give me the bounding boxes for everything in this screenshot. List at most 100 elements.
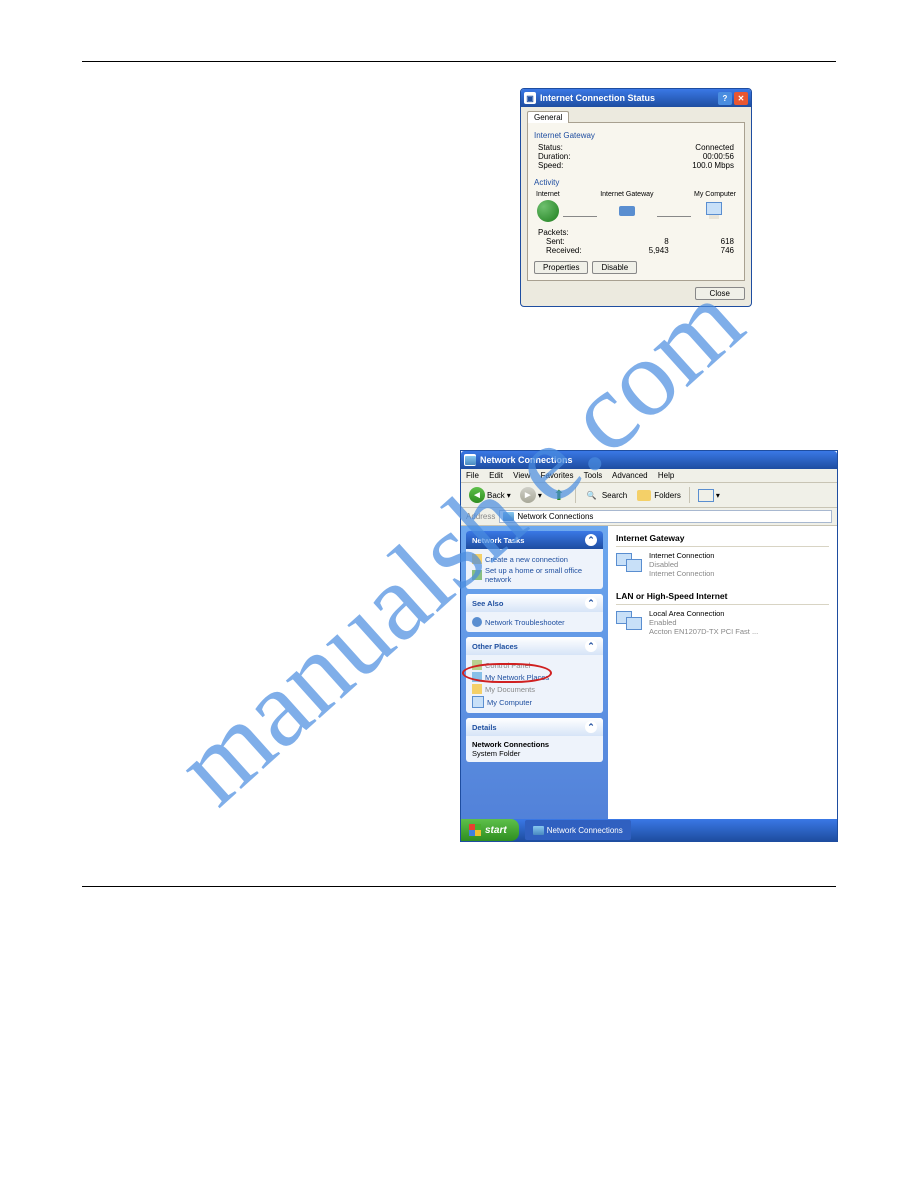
col-gateway: Internet Gateway — [600, 191, 653, 198]
link-troubleshooter[interactable]: Network Troubleshooter — [472, 616, 597, 628]
panel-other-places: Other Places ⌃ Control Panel My Network … — [466, 637, 603, 713]
cp-icon — [472, 660, 482, 670]
menu-favorites[interactable]: Favorites — [541, 471, 574, 480]
menu-edit[interactable]: Edit — [489, 471, 503, 480]
toolbar: ◄ Back ▾ ► ▾ ⬆ 🔍 Search Folders — [461, 483, 837, 508]
item-local-area-connection[interactable]: Local Area Connection Enabled Accton EN1… — [616, 609, 829, 636]
forward-icon: ► — [520, 487, 536, 503]
link-my-network-places[interactable]: My Network Places — [472, 671, 597, 683]
search-icon: 🔍 — [584, 487, 600, 503]
rule-bottom — [82, 886, 836, 887]
sidepane: Network Tasks ⌃ Create a new connection … — [461, 526, 608, 830]
panel-title: See Also — [472, 599, 503, 608]
recv-label: Received: — [538, 246, 603, 255]
search-button[interactable]: 🔍 Search — [581, 486, 630, 504]
start-button[interactable]: start — [461, 819, 519, 841]
taskbar-item[interactable]: Network Connections — [525, 820, 631, 840]
computer-icon — [704, 200, 726, 222]
link-my-documents[interactable]: My Documents — [472, 683, 597, 695]
close-button[interactable]: Close — [695, 287, 745, 300]
panel-see-also: See Also ⌃ Network Troubleshooter — [466, 594, 603, 632]
item-state: Enabled — [649, 618, 758, 627]
link-control-panel[interactable]: Control Panel — [472, 659, 597, 671]
menu-tools[interactable]: Tools — [584, 471, 603, 480]
disable-button[interactable]: Disable — [592, 261, 637, 274]
separator — [575, 487, 576, 503]
windows-logo-icon — [469, 824, 481, 836]
connector-line — [563, 216, 597, 217]
help-button[interactable]: ? — [718, 92, 732, 105]
up-icon: ⬆ — [551, 487, 567, 503]
recv-pc: 746 — [669, 246, 734, 255]
address-label: Address — [466, 512, 495, 521]
link-label: Create a new connection — [485, 555, 568, 564]
panel-details: Details ⌃ Network Connections System Fol… — [466, 718, 603, 762]
views-button[interactable]: ▾ — [695, 486, 723, 504]
connection-icon — [616, 609, 644, 633]
collapse-icon: ⌃ — [585, 640, 597, 652]
category-lan: LAN or High-Speed Internet — [616, 588, 829, 605]
start-label: start — [485, 825, 507, 836]
link-create-connection[interactable]: Create a new connection — [472, 553, 597, 565]
up-button[interactable]: ⬆ — [548, 486, 570, 504]
task-label: Network Connections — [547, 826, 623, 835]
col-computer: My Computer — [694, 191, 736, 198]
menubar: File Edit View Favorites Tools Advanced … — [461, 469, 837, 483]
connection-icon — [616, 551, 644, 575]
tab-general[interactable]: General — [527, 111, 569, 123]
content-pane: Internet Gateway Internet Connection Dis… — [608, 526, 837, 830]
collapse-icon: ⌃ — [585, 534, 597, 546]
link-label: My Network Places — [485, 673, 549, 682]
link-label: My Documents — [485, 685, 535, 694]
properties-button[interactable]: Properties — [534, 261, 588, 274]
link-my-computer[interactable]: My Computer — [472, 695, 597, 709]
address-field[interactable]: Network Connections — [499, 510, 832, 523]
nc-icon — [533, 826, 544, 835]
duration-label: Duration: — [538, 152, 570, 161]
menu-file[interactable]: File — [466, 471, 479, 480]
panel-title: Details — [472, 723, 497, 732]
group-gateway: Internet Gateway — [534, 131, 738, 140]
link-setup-network[interactable]: Set up a home or small office network — [472, 565, 597, 585]
panel-header[interactable]: Details ⌃ — [466, 718, 603, 736]
back-button[interactable]: ◄ Back ▾ — [466, 486, 514, 504]
item-sub: Internet Connection — [649, 569, 714, 578]
link-label: Set up a home or small office network — [485, 566, 597, 584]
link-label: My Computer — [487, 698, 532, 707]
forward-button[interactable]: ► ▾ — [517, 486, 545, 504]
panel-header[interactable]: Other Places ⌃ — [466, 637, 603, 655]
item-internet-connection[interactable]: Internet Connection Disabled Internet Co… — [616, 551, 829, 578]
window-title: Internet Connection Status — [540, 93, 655, 103]
status-label: Status: — [538, 143, 563, 152]
panel-header[interactable]: Network Tasks ⌃ — [466, 531, 603, 549]
item-name: Local Area Connection — [649, 609, 758, 618]
col-internet: Internet — [536, 191, 560, 198]
category-internet-gateway: Internet Gateway — [616, 530, 829, 547]
group-activity: Activity — [534, 178, 738, 187]
link-label: Network Troubleshooter — [485, 618, 565, 627]
search-label: Search — [602, 491, 627, 500]
menu-view[interactable]: View — [513, 471, 530, 480]
panel-header[interactable]: See Also ⌃ — [466, 594, 603, 612]
panel-title: Other Places — [472, 642, 518, 651]
titlebar[interactable]: Network Connections — [461, 451, 837, 469]
comp-icon — [472, 696, 484, 708]
app-icon: ▣ — [524, 92, 536, 104]
nc-icon — [503, 512, 514, 521]
chevron-down-icon: ▾ — [716, 491, 720, 500]
panel-title: Network Tasks — [472, 536, 524, 545]
close-icon[interactable]: ✕ — [734, 92, 748, 105]
titlebar[interactable]: ▣ Internet Connection Status ? ✕ — [521, 89, 751, 107]
status-value: Connected — [695, 143, 734, 152]
speed-value: 100.0 Mbps — [692, 161, 734, 170]
address-value: Network Connections — [517, 512, 593, 521]
menu-advanced[interactable]: Advanced — [612, 471, 648, 480]
link-label: Control Panel — [485, 661, 530, 670]
menu-help[interactable]: Help — [658, 471, 674, 480]
back-icon: ◄ — [469, 487, 485, 503]
setup-icon — [472, 570, 482, 580]
sent-label: Sent: — [538, 237, 603, 246]
duration-value: 00:00:56 — [703, 152, 734, 161]
folders-button[interactable]: Folders — [633, 486, 684, 504]
collapse-icon: ⌃ — [585, 721, 597, 733]
